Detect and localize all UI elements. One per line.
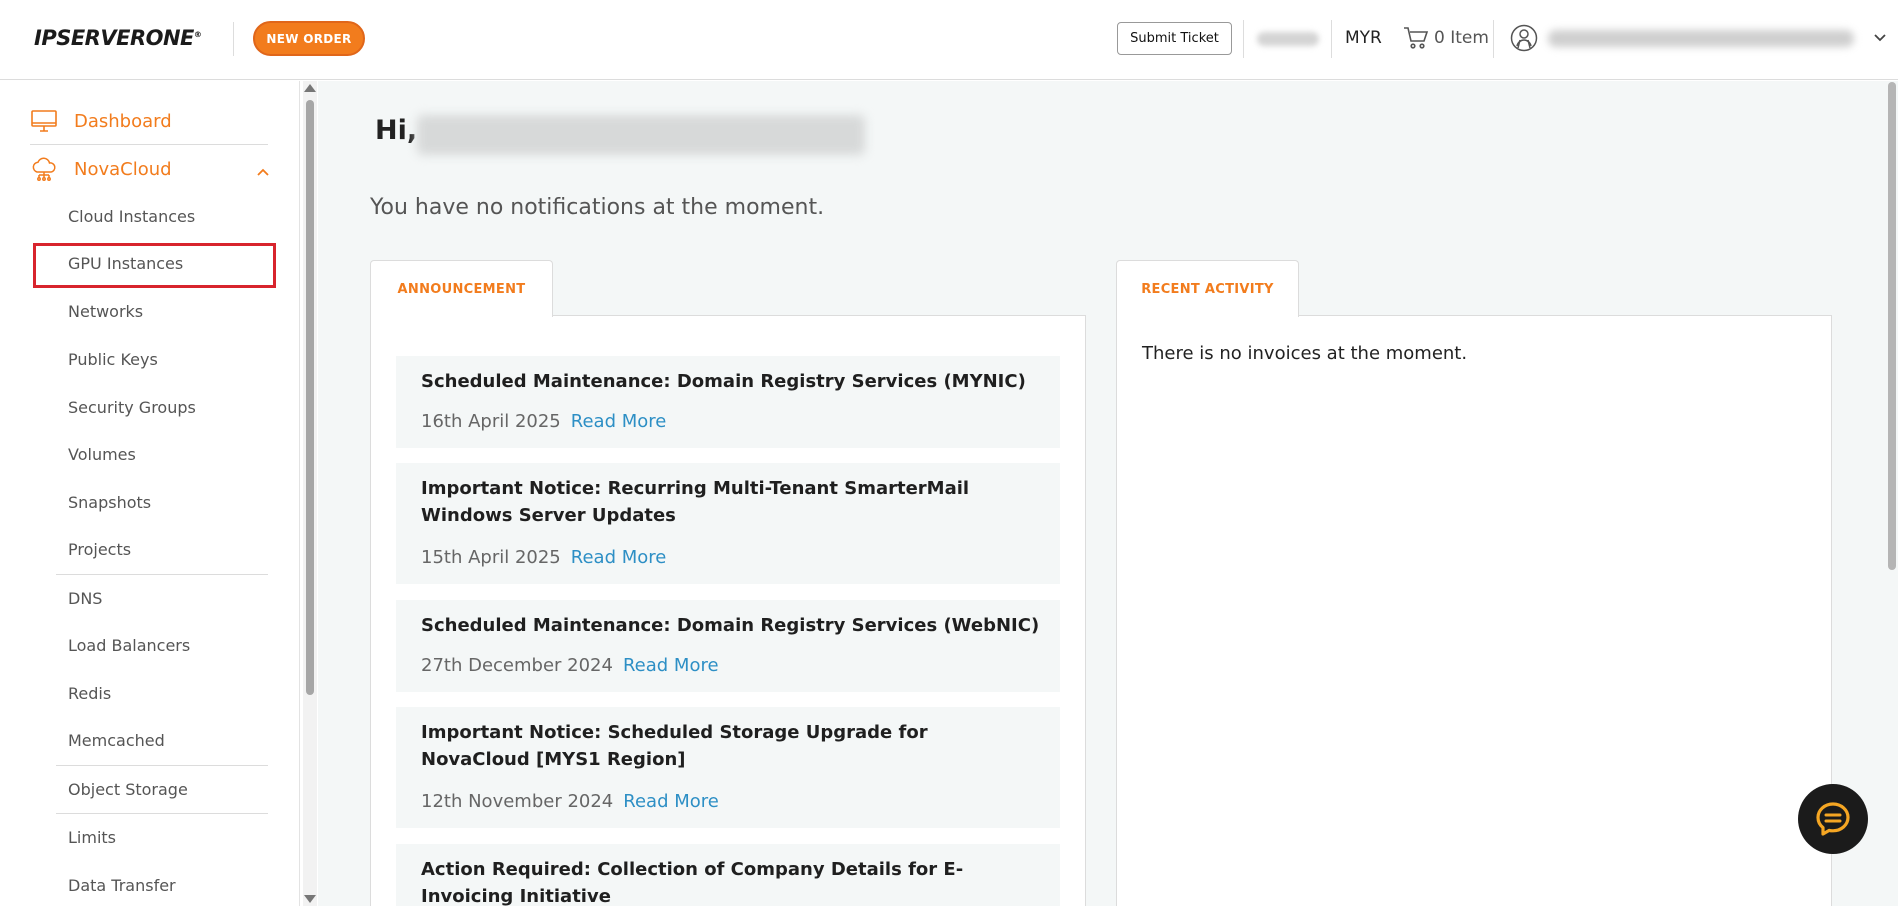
sidebar-subitem-public-keys[interactable]: Public Keys	[68, 350, 158, 369]
user-name-blurred[interactable]	[1548, 30, 1854, 47]
user-avatar-icon[interactable]	[1510, 24, 1538, 52]
greeting-name-blurred	[417, 115, 865, 155]
notifications-message: You have no notifications at the moment.	[370, 195, 825, 220]
announcement-date: 12th November 2024	[421, 791, 614, 812]
read-more-link[interactable]: Read More	[571, 411, 667, 432]
announcement-card[interactable]: Scheduled Maintenance: Domain Registry S…	[396, 356, 1060, 448]
header-divider	[1331, 20, 1332, 58]
chevron-up-icon[interactable]	[256, 165, 270, 179]
credits-blurred[interactable]	[1257, 32, 1319, 46]
announcement-title[interactable]: Action Required: Collection of Company D…	[421, 856, 1041, 906]
announcement-card[interactable]: Scheduled Maintenance: Domain Registry S…	[396, 600, 1060, 692]
tab-announcement[interactable]: ANNOUNCEMENT	[370, 260, 553, 317]
announcement-meta: 15th April 2025 Read More	[421, 547, 666, 568]
read-more-link[interactable]: Read More	[623, 791, 719, 812]
header-divider	[1243, 20, 1244, 58]
live-chat-button[interactable]	[1798, 784, 1868, 854]
logo-divider	[233, 22, 234, 56]
sidebar-subitem-data-transfer[interactable]: Data Transfer	[68, 876, 176, 895]
scroll-up-arrow-icon[interactable]	[304, 84, 316, 92]
new-order-button[interactable]: NEW ORDER	[253, 21, 365, 56]
announcement-title[interactable]: Scheduled Maintenance: Domain Registry S…	[421, 612, 1041, 639]
cloud-network-icon	[32, 157, 56, 181]
sidebar-subitem-memcached[interactable]: Memcached	[68, 731, 165, 750]
cart-count: 0 Item	[1434, 28, 1489, 48]
sidebar-subitem-networks[interactable]: Networks	[68, 302, 143, 321]
sidebar-subitem-limits[interactable]: Limits	[68, 828, 116, 847]
chevron-down-icon[interactable]	[1873, 31, 1887, 45]
logo-registered-mark: ®	[193, 30, 202, 39]
announcement-card[interactable]: Important Notice: Scheduled Storage Upgr…	[396, 707, 1060, 828]
sidebar-item-dashboard[interactable]: Dashboard	[30, 107, 172, 135]
logo-text: IPSERVERONE	[34, 26, 194, 50]
announcement-title[interactable]: Important Notice: Scheduled Storage Upgr…	[421, 719, 1041, 773]
sidebar-subitem-load-balancers[interactable]: Load Balancers	[68, 636, 190, 655]
sidebar-subitem-cloud-instances[interactable]: Cloud Instances	[68, 207, 195, 226]
sidebar-subitem-projects[interactable]: Projects	[68, 540, 131, 559]
announcement-date: 15th April 2025	[421, 547, 561, 568]
announcement-date: 27th December 2024	[421, 655, 613, 676]
main-scrollbar-thumb[interactable]	[1888, 82, 1896, 570]
announcement-meta: 12th November 2024 Read More	[421, 791, 719, 812]
sidebar-divider	[56, 574, 268, 575]
sidebar-subitem-dns[interactable]: DNS	[68, 589, 102, 608]
gpu-instances-highlight	[33, 243, 276, 288]
sidebar-subitem-security-groups[interactable]: Security Groups	[68, 398, 196, 417]
sidebar-subitem-object-storage[interactable]: Object Storage	[68, 780, 188, 799]
sidebar-subitem-snapshots[interactable]: Snapshots	[68, 493, 151, 512]
scroll-down-arrow-icon[interactable]	[304, 895, 316, 903]
sidebar-divider	[56, 813, 268, 814]
sidebar-divider	[30, 144, 268, 145]
ipserverone-logo[interactable]: IPSERVERONE®	[34, 26, 202, 52]
cart-button[interactable]: 0 Item	[1403, 25, 1489, 51]
sidebar-item-label: Dashboard	[74, 110, 172, 132]
submit-ticket-button[interactable]: Submit Ticket	[1117, 22, 1232, 55]
sidebar-divider	[56, 765, 268, 766]
top-header: IPSERVERONE® NEW ORDER Submit Ticket MYR…	[0, 0, 1898, 80]
recent-activity-panel	[1116, 315, 1832, 906]
read-more-link[interactable]: Read More	[623, 655, 719, 676]
sidebar-subitem-volumes[interactable]: Volumes	[68, 445, 136, 464]
recent-activity-empty-message: There is no invoices at the moment.	[1142, 343, 1468, 364]
monitor-icon	[31, 110, 57, 132]
announcement-meta: 16th April 2025 Read More	[421, 411, 666, 432]
cart-icon	[1404, 27, 1429, 49]
currency-selector[interactable]: MYR	[1345, 28, 1382, 48]
sidebar-item-label: NovaCloud	[74, 158, 172, 180]
sidebar-item-novacloud[interactable]: NovaCloud	[30, 155, 172, 183]
sidebar-subitem-redis[interactable]: Redis	[68, 684, 111, 703]
announcement-card[interactable]: Action Required: Collection of Company D…	[396, 844, 1060, 906]
announcement-meta: 27th December 2024 Read More	[421, 655, 719, 676]
tab-recent-activity[interactable]: RECENT ACTIVITY	[1116, 260, 1299, 317]
chat-bubble-icon	[1816, 802, 1850, 836]
header-divider	[1493, 20, 1494, 58]
announcement-date: 16th April 2025	[421, 411, 561, 432]
greeting-text: Hi,	[375, 115, 418, 146]
announcement-card[interactable]: Important Notice: Recurring Multi-Tenant…	[396, 463, 1060, 584]
announcement-title[interactable]: Important Notice: Recurring Multi-Tenant…	[421, 475, 1041, 529]
sidebar-scrollbar-thumb[interactable]	[306, 100, 314, 695]
announcement-title[interactable]: Scheduled Maintenance: Domain Registry S…	[421, 368, 1041, 395]
read-more-link[interactable]: Read More	[571, 547, 667, 568]
